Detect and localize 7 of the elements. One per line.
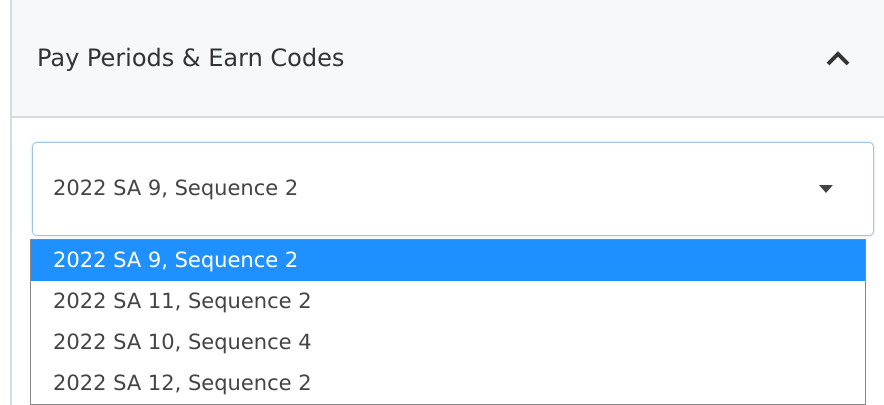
dropdown-option[interactable]: 2022 SA 11, Sequence 2 <box>31 281 865 322</box>
dropdown-option[interactable]: 2022 SA 10, Sequence 4 <box>31 322 865 363</box>
dropdown-option[interactable]: 2022 SA 12, Sequence 2 <box>31 363 865 404</box>
caret-icon <box>819 185 833 193</box>
panel-title: Pay Periods & Earn Codes <box>37 43 344 74</box>
pay-period-select[interactable]: 2022 SA 9, Sequence 2 <box>32 142 874 236</box>
collapse-chevron-icon[interactable] <box>826 50 850 66</box>
